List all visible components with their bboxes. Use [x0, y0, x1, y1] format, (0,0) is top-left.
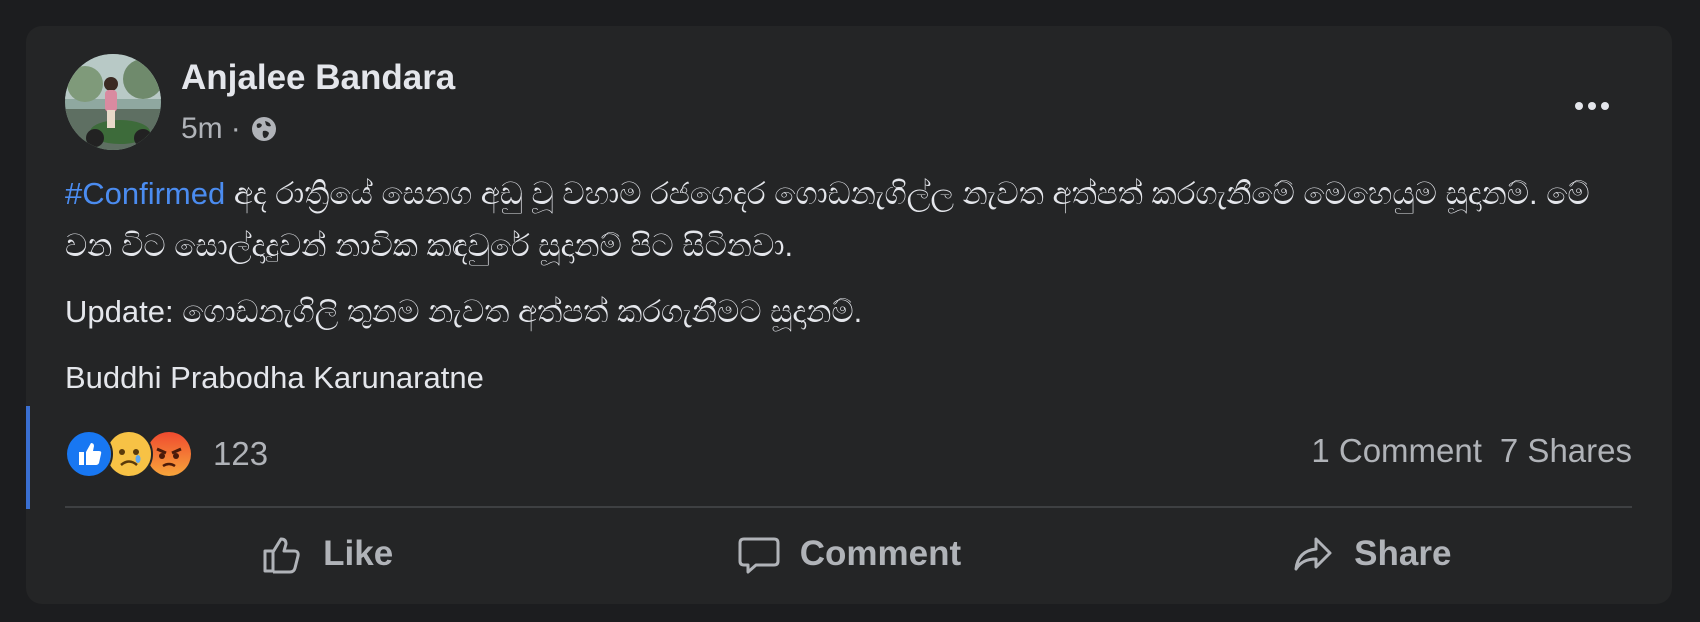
- update-text: ගොඩනැගිලි තුනම නැවත අත්පත් කරගැනීමට සූදා…: [173, 294, 863, 329]
- share-button[interactable]: Share: [1110, 518, 1632, 590]
- like-label: Like: [323, 534, 394, 573]
- globe-icon: [249, 114, 279, 144]
- comments-count[interactable]: 1 Comment: [1311, 432, 1482, 470]
- post-body: #Confirmed අද රාත්‍රියේ සෙනග අඩු වූ වහාම…: [65, 168, 1625, 418]
- engagement-stats: 1 Comment 7 Shares: [1311, 432, 1632, 470]
- reaction-count[interactable]: 123: [213, 435, 268, 473]
- like-reaction-icon: [65, 430, 113, 478]
- more-options-button[interactable]: [1562, 86, 1622, 126]
- post-time[interactable]: 5m: [181, 112, 223, 146]
- author-name[interactable]: Anjalee Bandara: [181, 58, 455, 98]
- comment-icon: [738, 537, 780, 574]
- share-label: Share: [1354, 534, 1452, 573]
- divider: [65, 506, 1632, 508]
- post-main-text: අද රාත්‍රියේ සෙනග අඩු වූ වහාම රජගෙදර ගොඩ…: [65, 176, 1590, 263]
- update-label: Update:: [65, 294, 174, 329]
- post-signature: Buddhi Prabodha Karunaratne: [65, 360, 484, 395]
- avatar[interactable]: [65, 54, 161, 150]
- post-card: Anjalee Bandara 5m · #Confirmed අද රාත්‍…: [26, 26, 1672, 604]
- share-icon: [1294, 537, 1332, 571]
- action-bar: Like Comment Share: [65, 518, 1632, 590]
- reactions-summary[interactable]: 123: [65, 430, 268, 478]
- more-options-icon: [1575, 102, 1583, 110]
- post-paragraph-main: #Confirmed අද රාත්‍රියේ සෙනග අඩු වූ වහාම…: [65, 168, 1625, 272]
- thumbs-up-icon: [263, 537, 300, 574]
- accent-bar: [26, 406, 30, 509]
- hashtag-link[interactable]: #Confirmed: [65, 176, 225, 211]
- comment-button[interactable]: Comment: [587, 518, 1109, 590]
- meta-separator: ·: [230, 112, 241, 145]
- post-meta: 5m ·: [181, 112, 279, 146]
- comment-label: Comment: [799, 534, 962, 573]
- post-paragraph-update: Update: ගොඩනැගිලි තුනම නැවත අත්පත් කරගැන…: [65, 286, 1625, 338]
- like-button[interactable]: Like: [65, 518, 587, 590]
- shares-count[interactable]: 7 Shares: [1500, 432, 1632, 470]
